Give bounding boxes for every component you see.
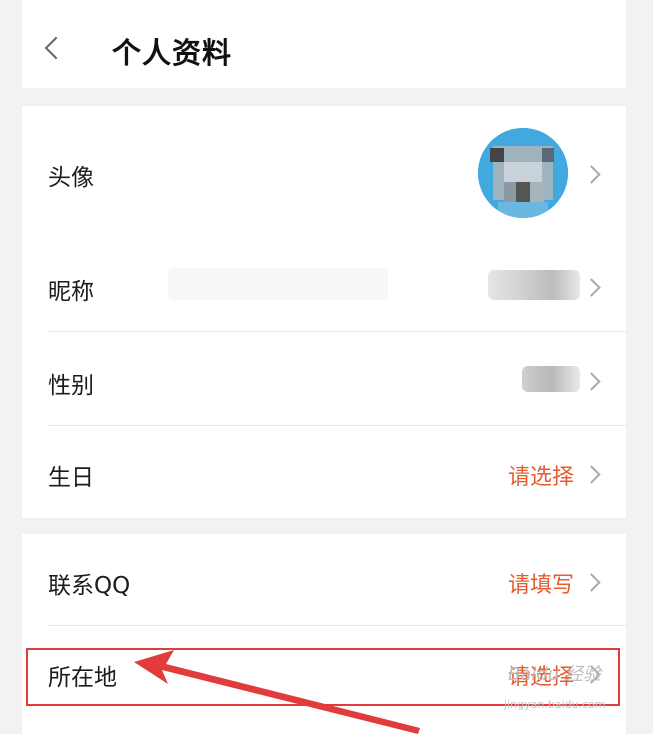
baidu-watermark-logo: Baidu 经验 [508, 664, 601, 685]
baidu-watermark-url: jingyan.baidu.com [504, 698, 606, 711]
annotation-arrow [134, 650, 420, 734]
